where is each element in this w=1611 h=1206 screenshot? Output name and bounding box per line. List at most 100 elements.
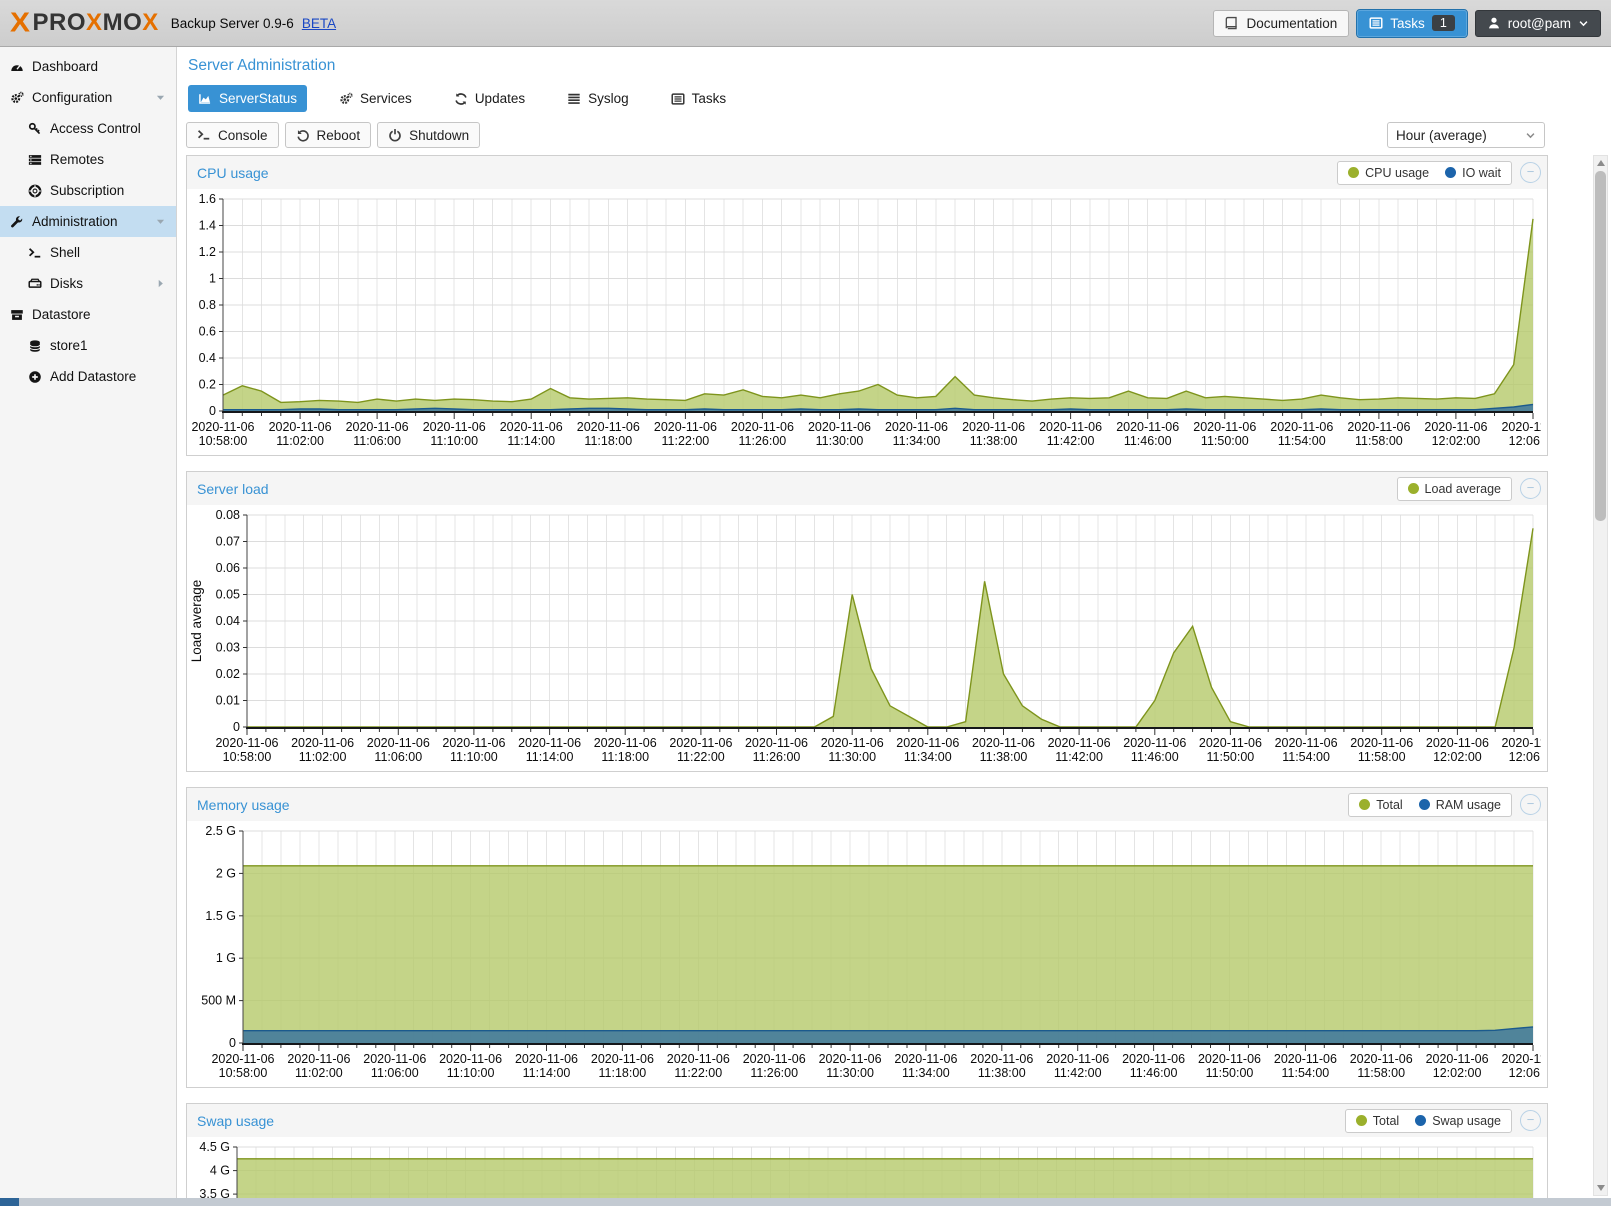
shutdown-button[interactable]: Shutdown xyxy=(377,122,480,148)
svg-text:2020-11-06: 2020-11-06 xyxy=(669,736,732,750)
remotes-icon xyxy=(28,153,42,167)
legend-item-swap-usage[interactable]: Swap usage xyxy=(1415,1114,1501,1128)
sidebar-item-administration[interactable]: Administration xyxy=(0,206,176,237)
svg-text:2020-11-06: 2020-11-06 xyxy=(211,1052,274,1066)
console-button[interactable]: Console xyxy=(186,122,279,148)
svg-text:11:10:00: 11:10:00 xyxy=(430,434,478,448)
svg-text:2020-11-06: 2020-11-06 xyxy=(1426,736,1489,750)
button-label: Shutdown xyxy=(409,128,469,143)
svg-text:2020-11-06: 2020-11-06 xyxy=(1123,736,1186,750)
svg-text:2020-11-06: 2020-11-06 xyxy=(745,736,808,750)
svg-text:2020-11-06: 2020-11-06 xyxy=(363,1052,426,1066)
legend-dot xyxy=(1415,1115,1426,1126)
svg-text:2020-11-06: 2020-11-06 xyxy=(1275,736,1338,750)
svg-text:2020-11-06: 2020-11-06 xyxy=(191,420,254,434)
sidebar-item-subscription[interactable]: Subscription xyxy=(0,175,176,206)
panel-title: Server load xyxy=(197,481,1397,497)
scroll-up-arrow[interactable] xyxy=(1597,160,1605,166)
svg-text:2020-11-06: 2020-11-06 xyxy=(1350,1052,1413,1066)
svg-text:11:50:00: 11:50:00 xyxy=(1206,1066,1254,1080)
tab-tasks[interactable]: Tasks xyxy=(661,85,737,112)
sidebar-item-label: store1 xyxy=(50,338,88,353)
svg-text:11:18:00: 11:18:00 xyxy=(584,434,632,448)
documentation-button[interactable]: Documentation xyxy=(1213,10,1349,37)
cpu-usage-panel: CPU usage CPU usageIO wait − 00.20.40.60… xyxy=(186,155,1548,456)
tab-serverstatus[interactable]: ServerStatus xyxy=(188,85,307,112)
svg-text:2020-11-06: 2020-11-06 xyxy=(654,420,717,434)
sidebar-item-remotes[interactable]: Remotes xyxy=(0,144,176,175)
page-title: Server Administration xyxy=(178,47,1611,75)
svg-text:11:18:00: 11:18:00 xyxy=(599,1066,647,1080)
svg-text:0.04: 0.04 xyxy=(216,614,240,628)
chart-area-icon xyxy=(198,92,212,106)
legend-item-load-average[interactable]: Load average xyxy=(1408,482,1501,496)
sidebar-item-dashboard[interactable]: Dashboard xyxy=(0,51,176,82)
svg-text:2020-11-06: 2020-11-06 xyxy=(346,420,409,434)
svg-text:11:22:00: 11:22:00 xyxy=(662,434,710,448)
legend-dot xyxy=(1348,167,1359,178)
sidebar-item-configuration[interactable]: Configuration xyxy=(0,82,176,113)
caret-right-icon[interactable] xyxy=(155,278,166,289)
svg-text:11:38:00: 11:38:00 xyxy=(980,750,1028,764)
beta-link[interactable]: BETA xyxy=(302,16,336,31)
svg-text:11:14:00: 11:14:00 xyxy=(526,750,574,764)
sidebar-item-disks[interactable]: Disks xyxy=(0,268,176,299)
tasks-button[interactable]: Tasks 1 xyxy=(1357,10,1466,37)
collapse-panel-icon[interactable]: − xyxy=(1520,478,1541,499)
scroll-down-arrow[interactable] xyxy=(1597,1185,1605,1191)
svg-text:2020-11-06: 2020-11-06 xyxy=(1122,1052,1185,1066)
legend-item-io-wait[interactable]: IO wait xyxy=(1445,166,1501,180)
sidebar-item-label: Administration xyxy=(32,214,118,229)
svg-text:2020-11-06: 2020-11-06 xyxy=(1039,420,1102,434)
svg-text:2020-11-06: 2020-11-06 xyxy=(1426,1052,1489,1066)
svg-text:2020-11-06: 2020-11-06 xyxy=(970,1052,1033,1066)
caret-down-icon[interactable] xyxy=(155,216,166,227)
sidebar-item-shell[interactable]: Shell xyxy=(0,237,176,268)
sidebar-item-store1[interactable]: store1 xyxy=(0,330,176,361)
svg-text:11:02:00: 11:02:00 xyxy=(299,750,347,764)
legend-item-total[interactable]: Total xyxy=(1356,1114,1399,1128)
timeframe-select[interactable]: Hour (average) xyxy=(1387,122,1545,148)
sidebar-item-access-control[interactable]: Access Control xyxy=(0,113,176,144)
sidebar-item-datastore[interactable]: Datastore xyxy=(0,299,176,330)
collapse-panel-icon[interactable]: − xyxy=(1520,794,1541,815)
reboot-button[interactable]: Reboot xyxy=(285,122,372,148)
legend-item-ram-usage[interactable]: RAM usage xyxy=(1419,798,1501,812)
wrench-icon xyxy=(10,215,24,229)
svg-text:2020-11-06: 2020-11-06 xyxy=(518,736,581,750)
legend-item-cpu-usage[interactable]: CPU usage xyxy=(1348,166,1429,180)
server-load-chart: 00.010.020.030.040.050.060.070.082020-11… xyxy=(187,505,1547,771)
svg-text:0.01: 0.01 xyxy=(216,694,240,708)
scrollbar-thumb[interactable] xyxy=(1595,171,1606,521)
tab-syslog[interactable]: Syslog xyxy=(557,85,639,112)
sidebar-item-add-datastore[interactable]: Add Datastore xyxy=(0,361,176,392)
bottom-left-accent xyxy=(0,1198,19,1206)
tab-services[interactable]: Services xyxy=(329,85,422,112)
user-menu-button[interactable]: root@pam xyxy=(1475,10,1601,37)
legend-item-total[interactable]: Total xyxy=(1359,798,1402,812)
svg-text:11:02:00: 11:02:00 xyxy=(295,1066,343,1080)
gears-icon xyxy=(10,91,24,105)
vertical-scrollbar[interactable] xyxy=(1593,155,1608,1196)
svg-text:12:02:00: 12:02:00 xyxy=(1433,1066,1482,1080)
app-version-label: Backup Server 0.9-6 xyxy=(171,16,294,31)
toolbar: ConsoleReboot Shutdown Hour (average) xyxy=(178,121,1611,149)
svg-text:11:10:00: 11:10:00 xyxy=(447,1066,495,1080)
chart-legend: Total Swap usage xyxy=(1345,1109,1512,1133)
panel-title: CPU usage xyxy=(197,165,1337,181)
collapse-panel-icon[interactable]: − xyxy=(1520,162,1541,183)
svg-text:0.06: 0.06 xyxy=(216,561,240,575)
svg-text:10:58:00: 10:58:00 xyxy=(219,1066,268,1080)
database-icon xyxy=(28,339,42,353)
collapse-panel-icon[interactable]: − xyxy=(1520,1110,1541,1131)
legend-dot xyxy=(1356,1115,1367,1126)
svg-text:10:58:00: 10:58:00 xyxy=(199,434,248,448)
svg-text:12:06:00: 12:06:00 xyxy=(1509,434,1541,448)
proxmox-logo: XPROXMOX xyxy=(10,6,159,40)
caret-down-icon[interactable] xyxy=(155,92,166,103)
tab-updates[interactable]: Updates xyxy=(444,85,535,112)
svg-text:11:46:00: 11:46:00 xyxy=(1130,1066,1178,1080)
app-window: XPROXMOX Backup Server 0.9-6 BETA Docume… xyxy=(0,0,1611,1206)
swap-usage-chart: 0500 M1 G1.5 G2 G2.5 G3 G3.5 G4 G4.5 G20… xyxy=(187,1137,1547,1198)
tasks-label: Tasks xyxy=(1390,16,1425,31)
